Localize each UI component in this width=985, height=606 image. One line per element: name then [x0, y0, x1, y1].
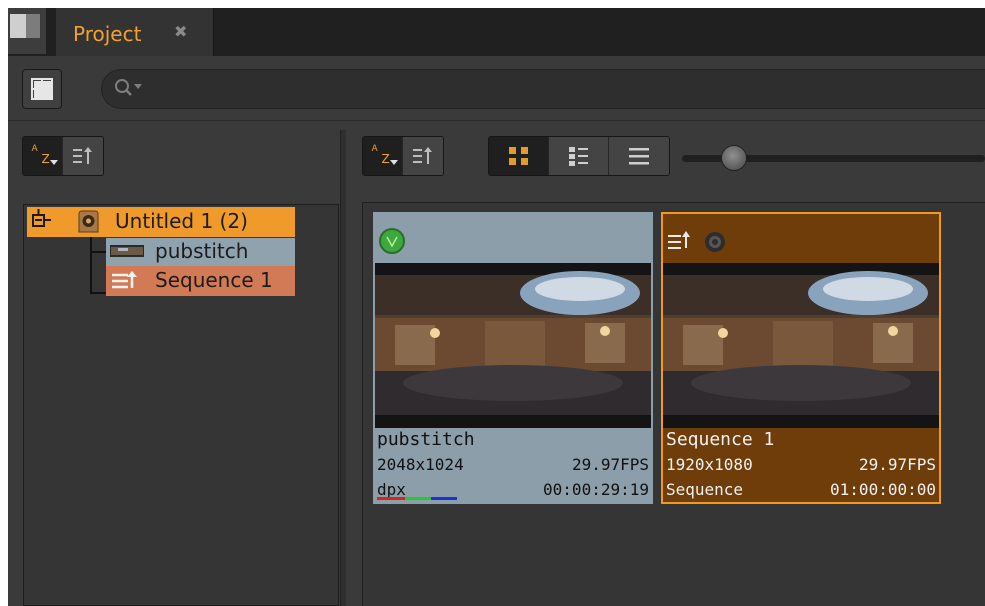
channel-r-indicator: [377, 497, 405, 500]
sequence-icon: [668, 231, 725, 252]
list-view-icon: [629, 148, 649, 165]
green-status-icon: [379, 228, 405, 254]
clip-thumbnail-icon: [110, 245, 144, 257]
list-view-button[interactable]: [609, 137, 669, 175]
clip-timecode: 00:00:29:19: [543, 480, 649, 499]
clip-card-pubstitch[interactable]: pubstitch 2048x1024 29.97FPS dpx 00:00:2…: [373, 212, 653, 504]
channel-b-indicator: [431, 497, 457, 500]
clip-format: Sequence: [666, 480, 744, 499]
panorama-image: [663, 263, 939, 428]
tree-item-label: pubstitch: [155, 239, 249, 263]
clip-thumbnail: [375, 263, 651, 428]
tree-item-sequence-1[interactable]: Sequence 1: [106, 266, 295, 296]
contents-sort-group: A Z: [362, 136, 444, 176]
large-thumbnails-button[interactable]: [489, 137, 549, 175]
tree-item-label: Sequence 1: [155, 268, 273, 292]
clip-fps: 29.97FPS: [858, 455, 936, 474]
clip-timecode: 01:00:00:00: [830, 480, 936, 499]
clip-name: pubstitch: [377, 429, 475, 450]
bin-icon: [78, 210, 99, 233]
sequence-icon: [112, 271, 137, 289]
clip-name: Sequence 1: [666, 429, 775, 450]
slider-handle[interactable]: [720, 145, 747, 171]
panorama-image: [375, 263, 651, 428]
tree-item-untitled-bin[interactable]: Untitled 1 (2): [27, 207, 295, 237]
tree-root-label: Untitled 1 (2): [115, 209, 248, 233]
clip-card-sequence-1[interactable]: Sequence 1 1920x1080 29.97FPS Sequence 0…: [661, 212, 941, 504]
clip-resolution: 2048x1024: [377, 455, 464, 474]
channel-g-indicator: [405, 497, 431, 500]
large-thumbnails-icon: [508, 147, 528, 165]
sort-az-icon: A Z: [370, 144, 398, 166]
clip-resolution: 1920x1080: [666, 455, 753, 474]
small-thumbnails-button[interactable]: [549, 137, 609, 175]
project-panel: Project ✖ A Z Untitled 1 (2) pubstitch S…: [0, 0, 985, 606]
sort-az-a: A: [371, 144, 378, 154]
sort-az-button[interactable]: A Z: [363, 137, 403, 175]
view-mode-group: [488, 136, 670, 176]
small-thumbnails-icon: [568, 147, 588, 166]
tree-connectors: [90, 237, 106, 294]
sort-az-z: Z: [381, 152, 390, 166]
sort-order-icon: [413, 147, 432, 164]
tree-item-pubstitch[interactable]: pubstitch: [106, 238, 295, 266]
clip-thumbnail: [663, 263, 939, 428]
sort-order-button[interactable]: [403, 137, 443, 175]
clip-fps: 29.97FPS: [571, 455, 649, 474]
